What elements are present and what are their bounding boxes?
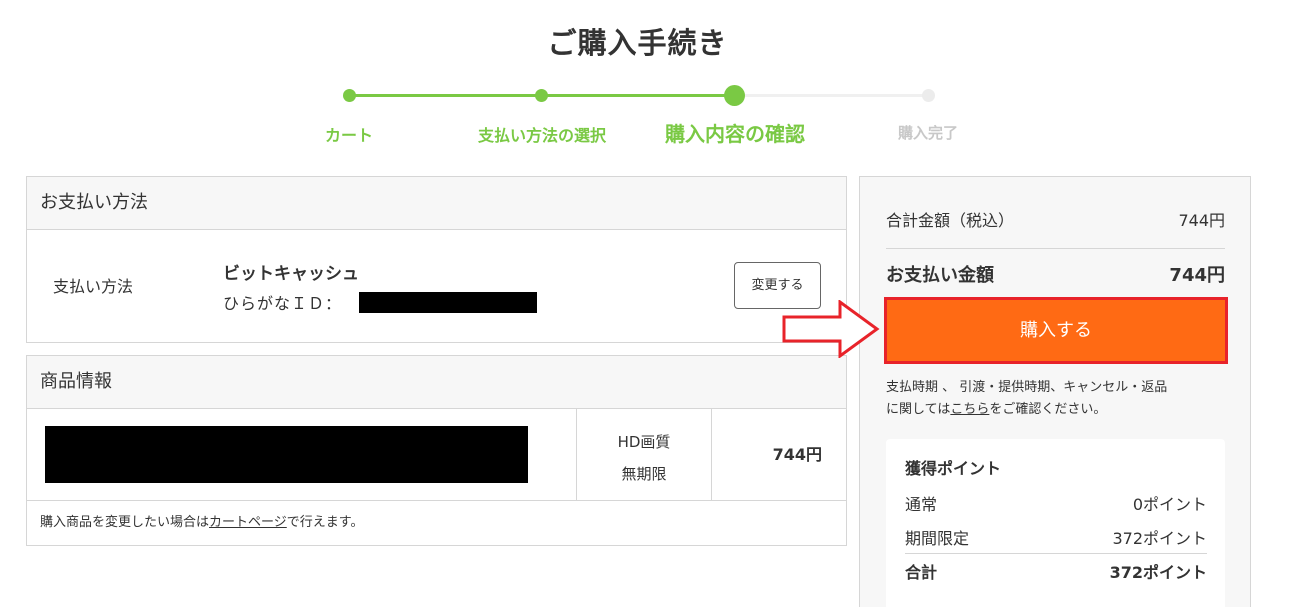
terms-suffix: をご確認ください。	[989, 402, 1107, 417]
product-quality-cell: HD画質 無期限	[577, 426, 711, 490]
terms-note: 支払時期 、 引渡・提供時期、キャンセル・返品 に関してはこちらをご確認ください…	[886, 377, 1236, 421]
product-price: 744円	[772, 445, 822, 464]
points-row-regular: 通常 0ポイント	[905, 491, 1207, 515]
payment-amount-label: お支払い金額	[886, 265, 994, 286]
points-value: 0ポイント	[1132, 495, 1207, 514]
redacted-product-title	[45, 426, 528, 483]
terms-line-1: 支払時期 、 引渡・提供時期、キャンセル・返品	[886, 380, 1168, 395]
order-summary-panel: 合計金額（税込） 744円 お支払い金額 744円 購入する 支払時期 、 引渡…	[859, 176, 1251, 607]
step-label-confirm: 購入内容の確認	[665, 122, 805, 146]
points-label: 通常	[905, 495, 938, 514]
payment-amount-row: お支払い金額 744円	[886, 261, 1225, 287]
purchase-button[interactable]: 購入する	[889, 302, 1223, 359]
points-label: 期間限定	[905, 529, 970, 548]
points-value: 372ポイント	[1112, 529, 1207, 548]
points-divider	[905, 553, 1207, 554]
cart-page-link[interactable]: カートページ	[209, 515, 287, 530]
progress-stepper: カート 支払い方法の選択 購入内容の確認 購入完了	[0, 84, 1297, 154]
note-prefix: 購入商品を変更したい場合は	[40, 515, 210, 530]
product-info-panel: 商品情報 HD画質 無期限 744円 購入商品を変更したい場合はカートページで行…	[26, 355, 847, 546]
step-label-cart: カート	[324, 126, 374, 145]
points-row-limited: 期間限定 372ポイント	[905, 525, 1207, 549]
terms-prefix: に関しては	[886, 402, 951, 417]
payment-method-label: 支払い方法	[53, 277, 134, 296]
purchase-button-highlight: 購入する	[884, 297, 1228, 364]
step-dot-complete	[922, 89, 935, 102]
product-row: HD画質 無期限 744円	[27, 409, 846, 501]
step-label-complete: 購入完了	[897, 124, 959, 142]
annotation-arrow-icon	[782, 300, 880, 358]
product-period: 無期限	[621, 465, 667, 483]
payment-method-heading: お支払い方法	[27, 177, 846, 230]
step-dot-payment-select	[535, 89, 548, 102]
step-dot-confirm	[724, 85, 745, 106]
page-title: ご購入手続き	[547, 26, 728, 60]
payment-method-name: ビットキャッシュ	[223, 264, 359, 284]
points-value: 372ポイント	[1109, 563, 1207, 582]
note-suffix: で行えます。	[286, 515, 364, 530]
stepper-track-todo	[735, 94, 928, 97]
terms-link[interactable]: こちら	[950, 402, 989, 417]
product-change-note: 購入商品を変更したい場合はカートページで行えます。	[27, 501, 846, 530]
redacted-id-block	[359, 292, 537, 313]
product-quality: HD画質	[617, 433, 671, 451]
total-amount-label: 合計金額（税込）	[886, 211, 1015, 230]
step-dot-cart	[343, 89, 356, 102]
earned-points-box: 獲得ポイント 通常 0ポイント 期間限定 372ポイント 合計 372ポイント	[886, 439, 1225, 607]
total-amount-value: 744円	[1178, 211, 1225, 230]
earned-points-title: 獲得ポイント	[905, 459, 1002, 478]
step-label-payment-select: 支払い方法の選択	[477, 126, 607, 145]
product-info-heading: 商品情報	[27, 356, 846, 409]
points-row-total: 合計 372ポイント	[905, 559, 1207, 583]
total-amount-row: 合計金額（税込） 744円	[886, 207, 1225, 231]
summary-divider	[886, 248, 1225, 249]
payment-id-label: ひらがなＩＤ：	[223, 294, 343, 313]
payment-amount-value: 744円	[1169, 265, 1225, 286]
points-label: 合計	[905, 563, 938, 582]
payment-method-panel: お支払い方法 支払い方法 ビットキャッシュ ひらがなＩＤ： 変更する	[26, 176, 847, 343]
